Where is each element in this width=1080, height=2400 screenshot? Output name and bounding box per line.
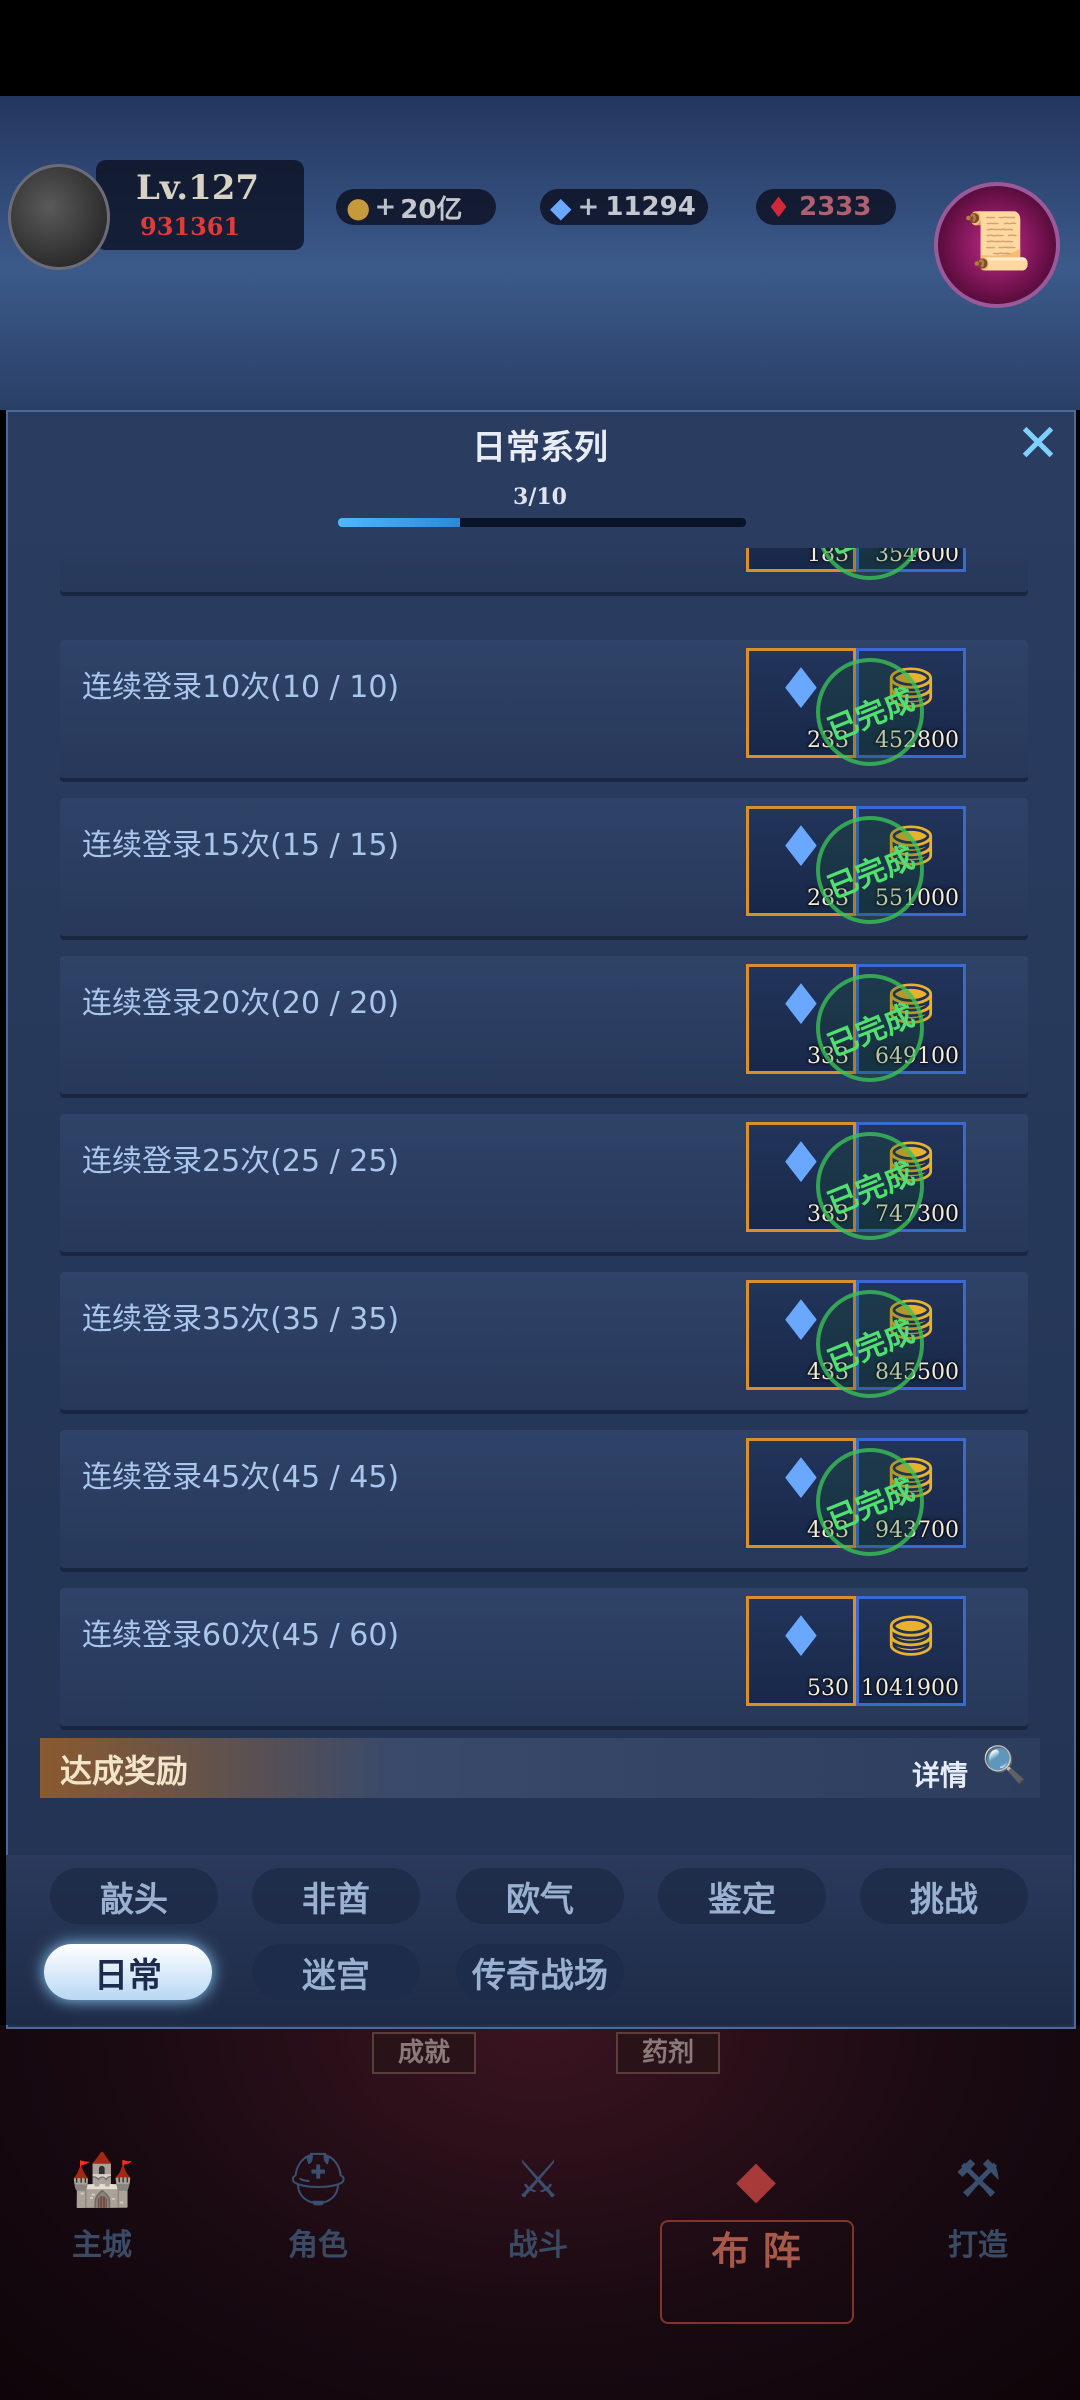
bottom-background [0,2025,1080,2400]
tab-row1-3[interactable]: 鉴定 [658,1868,826,1924]
gold-counter[interactable]: ● + 20亿 [336,189,496,225]
tab-row2-0[interactable]: 日常 [44,1944,212,2000]
gem-value: 11294 [605,192,696,222]
gold-reward[interactable]: ⛃ 1041900 [856,1596,966,1706]
nav-battle[interactable]: 战斗 [478,2220,598,2264]
quest-label: 连续登录15次(15 / 15) [82,828,400,863]
ruby-counter[interactable]: ♦ 2333 [756,189,896,225]
gem-reward-count: 530 [807,1676,849,1701]
quest-row[interactable]: 连续登录15次(15 / 15) ♦ 283 ⛃ 551000 已完成 [60,798,1028,941]
detail-button[interactable]: 详情 [912,1754,968,1794]
tab-row2-1[interactable]: 迷宫 [252,1944,420,2000]
player-level: Lv.127 [136,168,260,208]
diamond-icon: ♦ [775,1605,827,1670]
gold-coins-icon: ⛃ [887,1605,935,1670]
castle-icon: 🏰 [69,2150,135,2210]
gold-value: 20亿 [400,194,463,225]
gold-reward-count: 1041900 [861,1676,959,1701]
quest-label: 连续登录20次(20 / 20) [82,986,400,1021]
anvil-icon: ⚒ [954,2150,1002,2210]
helmet-icon: ⛑ [284,2150,351,2210]
add-gem-icon: + [577,192,600,222]
achievement-bar [40,1738,1040,1798]
quest-label: 连续登录10次(10 / 10) [82,670,400,705]
quest-label: 连续登录25次(25 / 25) [82,1144,400,1179]
progress-label: 3/10 [513,484,567,510]
quest-label: 连续登录45次(45 / 45) [82,1460,400,1495]
gem-icon: ◆ [550,190,572,224]
close-icon[interactable]: ✕ [1012,418,1064,470]
gem-counter[interactable]: ◆ + 11294 [540,189,708,225]
tab-row1-2[interactable]: 欧气 [456,1868,624,1924]
nav-formation[interactable]: 布 阵 [696,2220,816,2275]
panel-title: 日常系列 [472,428,608,468]
achievement-button[interactable]: 成就 [372,2032,476,2074]
add-gold-icon: + [374,192,397,222]
quest-label: 连续登录35次(35 / 35) [82,1302,400,1337]
quest-row[interactable]: ♦183⛃354600已完成 [60,548,1028,597]
tab-row2-2[interactable]: 传奇战场 [456,1944,624,2000]
formation-icon: ◆ [736,2150,776,2210]
tab-row1-4[interactable]: 挑战 [860,1868,1028,1924]
nav-character[interactable]: 角色 [258,2220,378,2264]
player-avatar[interactable] [8,164,110,270]
scroll-quest-button[interactable]: 📜 [934,182,1060,308]
quest-row[interactable]: 连续登录45次(45 / 45) ♦ 483 ⛃ 943700 已完成 [60,1430,1028,1573]
ruby-value: 2333 [799,192,872,222]
quest-list[interactable]: ♦183⛃354600已完成连续登录10次(10 / 10)♦233⛃45280… [14,548,1064,1858]
scroll-icon: 📜 [962,209,1032,274]
quest-row[interactable]: 连续登录20次(20 / 20) ♦ 333 ⛃ 649100 已完成 [60,956,1028,1099]
crossed-swords-icon: ⚔ [514,2150,562,2210]
progress-bar [338,518,746,527]
quest-label: 连续登录60次(45 / 60) [82,1618,400,1653]
quest-row[interactable]: 连续登录35次(35 / 35) ♦ 433 ⛃ 845500 已完成 [60,1272,1028,1415]
nav-main-city[interactable]: 主城 [42,2220,162,2264]
tab-row1-1[interactable]: 非酋 [252,1868,420,1924]
ruby-icon: ♦ [766,190,792,224]
gold-coin-icon: ● [346,190,371,224]
quest-row[interactable]: 连续登录10次(10 / 10) ♦ 233 ⛃ 452800 已完成 [60,640,1028,783]
achievement-title: 达成奖励 [60,1752,189,1790]
nav-forge[interactable]: 打造 [918,2220,1038,2264]
scene-background [0,96,1080,410]
progress-fill [338,518,461,527]
potion-button[interactable]: 药剂 [616,2032,720,2074]
gem-reward[interactable]: ♦ 530 [746,1596,856,1706]
search-icon[interactable]: 🔍 [982,1746,1027,1786]
player-power: 931361 [140,212,241,241]
tab-row1-0[interactable]: 敲头 [50,1868,218,1924]
quest-row[interactable]: 连续登录25次(25 / 25) ♦ 383 ⛃ 747300 已完成 [60,1114,1028,1257]
quest-row[interactable]: 连续登录60次(45 / 60) ♦ 530 ⛃ 1041900 [60,1588,1028,1726]
